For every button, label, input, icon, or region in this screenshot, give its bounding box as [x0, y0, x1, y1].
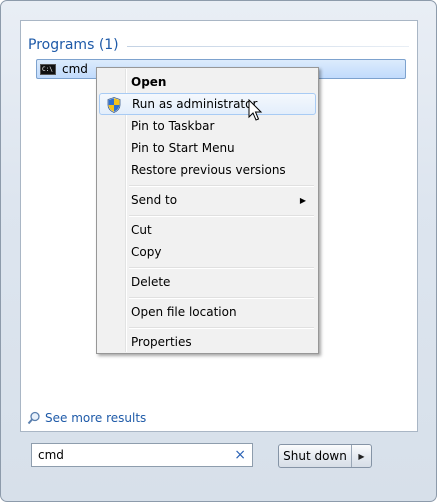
program-result-label: cmd — [62, 62, 88, 76]
menu-separator — [129, 327, 314, 329]
cmd-icon: C:\ — [40, 63, 56, 75]
section-divider — [126, 45, 409, 47]
menu-item-cut[interactable]: Cut — [99, 219, 316, 241]
menu-item-label: Copy — [131, 245, 162, 259]
context-menu: Open Run as administrator Pin to Taskbar… — [96, 67, 319, 354]
submenu-arrow-icon: ▶ — [299, 195, 306, 205]
menu-item-pin-to-taskbar[interactable]: Pin to Taskbar — [99, 115, 316, 137]
menu-separator — [129, 215, 314, 217]
mouse-cursor-icon — [248, 99, 263, 121]
menu-item-label: Open file location — [131, 305, 237, 319]
menu-item-properties[interactable]: Properties — [99, 331, 316, 353]
menu-item-label: Pin to Taskbar — [131, 119, 215, 133]
search-input[interactable] — [38, 448, 228, 462]
menu-item-label: Delete — [131, 275, 171, 289]
menu-item-copy[interactable]: Copy — [99, 241, 316, 263]
menu-separator — [129, 267, 314, 269]
menu-item-label: Open — [131, 75, 167, 89]
menu-item-open[interactable]: Open — [99, 71, 316, 93]
search-box[interactable]: × — [31, 443, 253, 467]
menu-item-label: Pin to Start Menu — [131, 141, 235, 155]
menu-item-open-file-location[interactable]: Open file location — [99, 301, 316, 323]
clear-search-icon[interactable]: × — [234, 447, 246, 463]
shutdown-button[interactable]: Shut down — [279, 445, 352, 467]
see-more-results-label: See more results — [45, 411, 147, 425]
menu-item-label: Run as administrator — [132, 97, 258, 111]
shutdown-button-group: Shut down ▶ — [278, 444, 372, 468]
menu-item-restore-previous-versions[interactable]: Restore previous versions — [99, 159, 316, 181]
menu-separator — [129, 185, 314, 187]
programs-section-header: Programs (1) — [28, 35, 409, 55]
menu-item-label: Restore previous versions — [131, 163, 286, 177]
menu-item-label: Send to — [131, 193, 178, 207]
shutdown-options-button[interactable]: ▶ — [352, 445, 371, 467]
menu-item-pin-to-start-menu[interactable]: Pin to Start Menu — [99, 137, 316, 159]
menu-item-delete[interactable]: Delete — [99, 271, 316, 293]
menu-separator — [129, 297, 314, 299]
see-more-results-link[interactable]: See more results — [27, 409, 146, 427]
chevron-right-icon: ▶ — [358, 451, 365, 461]
section-title: Programs (1) — [28, 37, 119, 53]
menu-item-send-to[interactable]: Send to ▶ — [99, 189, 316, 211]
menu-item-label: Cut — [131, 223, 152, 237]
shutdown-label: Shut down — [283, 449, 347, 463]
menu-item-run-as-administrator[interactable]: Run as administrator — [99, 93, 316, 115]
shield-icon — [107, 97, 121, 113]
search-icon — [27, 411, 40, 425]
menu-item-label: Properties — [131, 335, 192, 349]
